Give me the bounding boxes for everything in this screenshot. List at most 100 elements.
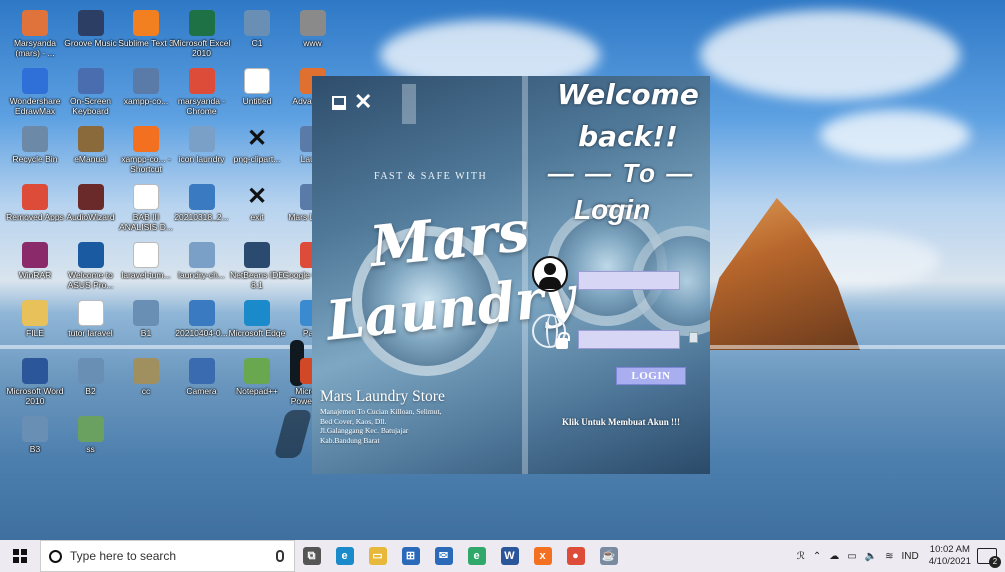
desktop-icon[interactable]: tutor laravel (60, 296, 122, 362)
zip-icon (188, 300, 215, 326)
desktop-icon[interactable]: ✕ png-clipart... (226, 122, 288, 188)
desktop-icon[interactable]: AudioWizard (60, 180, 122, 246)
desktop-icon[interactable]: Microsoft Word 2010 (4, 354, 66, 420)
desktop-icon[interactable]: marsyanda - Chrome (171, 64, 233, 130)
search-placeholder: Type here to search (70, 549, 177, 563)
login-heading: Login (574, 194, 651, 225)
username-input[interactable] (578, 271, 680, 290)
shortcut-icon (133, 68, 159, 94)
store-description: Manajemen To Cucian Killoan, Selimut, Be… (320, 407, 442, 445)
taskbar-app[interactable]: ⧉ (295, 540, 328, 572)
edge-icon: e (335, 547, 354, 565)
desktop-icon[interactable]: B2 (60, 354, 122, 420)
desktop-icon-label: Removed Apps (6, 212, 64, 222)
desktop-icon[interactable]: Notepad++ (226, 354, 288, 420)
show-hidden-icons-chevron-icon[interactable]: ⌃ (813, 551, 821, 562)
document-icon (22, 416, 48, 442)
edrawmax-icon (22, 68, 48, 94)
taskbar-app[interactable]: ✉ (427, 540, 460, 572)
create-account-link[interactable]: Klik Untuk Membuat Akun !!! (562, 417, 680, 427)
desktop-icon[interactable]: WinRAR (4, 238, 66, 304)
desktop-icon[interactable]: eManual (60, 122, 122, 188)
taskbar-app[interactable]: e (460, 540, 493, 572)
desktop-icon-label: Camera (186, 386, 217, 396)
desktop-icon[interactable]: C1 (226, 6, 288, 72)
taskbar-search-box[interactable]: Type here to search (40, 540, 295, 572)
desktop-icon[interactable]: cc (115, 354, 177, 420)
document-icon (77, 358, 104, 384)
excel-icon (188, 10, 215, 36)
clock[interactable]: 10:02 AM 4/10/2021 (929, 544, 971, 568)
action-center-icon[interactable]: 2 (977, 548, 1001, 568)
volume-icon[interactable]: 🔈 (865, 551, 877, 562)
recycle-bin-icon (22, 126, 48, 152)
show-password-toggle[interactable] (689, 332, 698, 343)
taskbar-app[interactable]: ⊞ (394, 540, 427, 572)
desktop-icon-label: FILE (26, 328, 44, 338)
desktop-icon-label: www (303, 38, 322, 48)
desktop-icon[interactable]: ✕ exit (226, 180, 288, 246)
desktop-icon[interactable]: Recycle Bin (4, 122, 66, 188)
desktop-icon-label: Microsoft Excel 2010 (172, 38, 231, 58)
language-indicator[interactable]: IND (902, 551, 919, 562)
document-icon (244, 10, 270, 36)
desktop-icon[interactable]: Welcome to ASUS Pro... (60, 238, 122, 304)
desktop-icon[interactable]: Untitled (226, 64, 288, 130)
desktop-icon[interactable]: laundry-ch... (171, 238, 233, 304)
desktop-background: Marsyanda (mars) - ... Groove Music Sublim… (0, 0, 1005, 540)
taskbar-app[interactable]: ☕ (592, 540, 625, 572)
close-button[interactable]: ✕ (354, 89, 372, 115)
people-icon[interactable]: ℛ (797, 551, 805, 562)
sublime-text-icon (133, 10, 159, 36)
microphone-icon[interactable] (276, 550, 284, 562)
desktop-icon[interactable]: B3 (4, 412, 66, 478)
desktop-icon[interactable]: Microsoft Edge (226, 296, 288, 362)
taskbar-app[interactable]: ▭ (361, 540, 394, 572)
minimize-button[interactable] (332, 96, 346, 110)
taskbar-app[interactable]: ● (559, 540, 592, 572)
battery-icon[interactable]: ▭ (847, 551, 856, 562)
desktop-icon[interactable]: On-Screen Keyboard (60, 64, 122, 130)
desktop-icon[interactable]: icon laundry (171, 122, 233, 188)
desktop-icon[interactable]: xampp-co... - Shortcut (115, 122, 177, 188)
desktop-icon[interactable]: Marsyanda (mars) - ... (4, 6, 66, 72)
desktop-icon-label: Microsoft Edge (228, 328, 286, 338)
desktop-icon[interactable]: laravel-tum... (115, 238, 177, 304)
taskbar-app[interactable]: W (493, 540, 526, 572)
desktop-icon[interactable]: Microsoft Excel 2010 (171, 6, 233, 72)
desktop-icon[interactable]: Groove Music (60, 6, 122, 72)
task-view-icon: ⧉ (302, 547, 321, 565)
login-button[interactable]: LOGIN (616, 367, 686, 385)
start-button[interactable] (0, 540, 40, 572)
desktop-icon-label: 20210404-0... (175, 328, 228, 338)
asus-icon (77, 242, 104, 268)
desktop-icon-label: icon laundry (178, 154, 225, 164)
desktop-icon[interactable]: Camera (171, 354, 233, 420)
desktop-icon[interactable]: www (282, 6, 344, 72)
desktop-icon[interactable]: FILE (4, 296, 66, 362)
desktop-icon[interactable]: xampp-co... (115, 64, 177, 130)
desktop-icon[interactable]: Wondershare EdrawMax (4, 64, 66, 130)
desktop-icon[interactable]: B1 (115, 296, 177, 362)
desktop-icon[interactable]: ss (60, 412, 122, 478)
camera-icon (188, 358, 215, 384)
login-window: ✕ FAST & SAFE WITH Mars Laundry Welcome … (312, 76, 710, 474)
netbeans-icon (244, 242, 270, 268)
desktop-icon[interactable]: BAB III ANALISIS D... (115, 180, 177, 246)
desktop-icon-label: Welcome to ASUS Pro... (67, 270, 114, 290)
wifi-icon[interactable]: ≋ (885, 551, 893, 562)
desktop-icon[interactable]: NetBeans IDE 8.1 (226, 238, 288, 304)
desktop-icon[interactable]: Sublime Text 3 (115, 6, 177, 72)
desktop-icon[interactable]: 20210404-0... (171, 296, 233, 362)
password-input[interactable] (578, 330, 680, 349)
clock-time: 10:02 AM (929, 544, 970, 555)
taskbar-app[interactable]: e (328, 540, 361, 572)
taskbar-app[interactable]: x (526, 540, 559, 572)
java-app-icon: ☕ (599, 547, 618, 565)
taskbar: Type here to search ⧉ e ▭ ⊞ ✉ e Wx ● ☕ ℛ ⌃ ☁ ▭ 🔈… (0, 540, 1005, 572)
network-icon[interactable]: ☁ (829, 551, 839, 562)
audio-icon (77, 184, 104, 210)
desktop-icon-label: Groove Music (64, 38, 117, 48)
desktop-icon[interactable]: Removed Apps (4, 180, 66, 246)
desktop-icon[interactable]: 20210318_2... (171, 180, 233, 246)
